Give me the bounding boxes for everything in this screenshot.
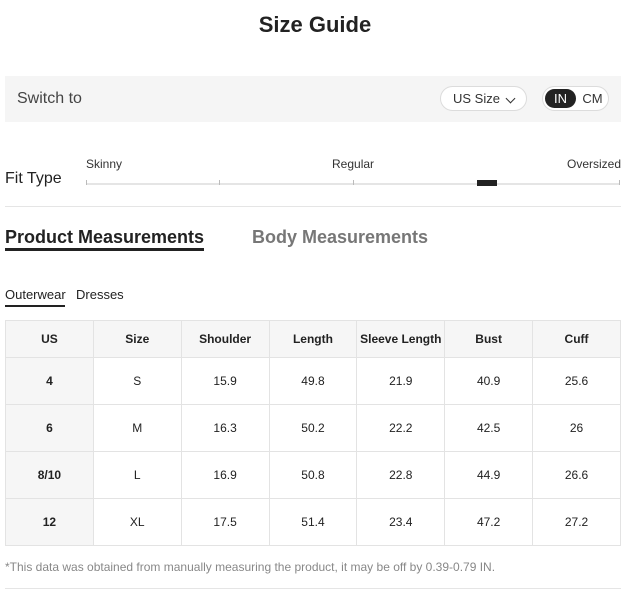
table-cell: 26.6 bbox=[532, 451, 621, 499]
fit-scale-skinny: Skinny bbox=[86, 157, 123, 171]
table-cell: 49.8 bbox=[268, 357, 358, 405]
table-row: 6 M 16.3 50.2 22.2 42.5 26 bbox=[5, 404, 621, 452]
fit-scale-tick bbox=[619, 180, 620, 185]
table-row: 8/10 L 16.9 50.8 22.8 44.9 26.6 bbox=[5, 451, 621, 499]
subtab-outerwear[interactable]: Outerwear bbox=[5, 287, 66, 302]
fit-scale-tick bbox=[353, 180, 354, 185]
measurement-note: *This data was obtained from manually me… bbox=[5, 560, 496, 574]
table-cell: 50.2 bbox=[268, 404, 358, 452]
table-cell: L bbox=[92, 451, 182, 499]
table-cell: 22.8 bbox=[356, 451, 446, 499]
table-cell: 21.9 bbox=[356, 357, 446, 405]
page-title: Size Guide bbox=[258, 12, 372, 37]
size-table: US Size Shoulder Length Sleeve Length Bu… bbox=[5, 320, 621, 546]
table-cell: 40.9 bbox=[444, 357, 534, 405]
column-header: Cuff bbox=[532, 320, 621, 358]
table-cell: 42.5 bbox=[444, 404, 534, 452]
unit-cm-button[interactable]: CM bbox=[579, 89, 606, 108]
table-cell: 47.2 bbox=[444, 498, 534, 546]
tab-product-measurements[interactable]: Product Measurements bbox=[5, 227, 204, 248]
subtab-active-underline bbox=[5, 305, 65, 307]
fit-scale-oversized: Oversized bbox=[567, 157, 622, 171]
fit-type-label: Fit Type bbox=[5, 170, 62, 187]
column-header: Length bbox=[268, 320, 358, 358]
divider bbox=[5, 588, 621, 589]
fit-scale-regular: Regular bbox=[332, 157, 375, 171]
subtab-dresses[interactable]: Dresses bbox=[76, 287, 124, 302]
unit-in-button[interactable]: IN bbox=[545, 89, 576, 108]
tab-body-measurements[interactable]: Body Measurements bbox=[252, 227, 428, 248]
table-cell: S bbox=[92, 357, 182, 405]
unit-switch-bar: Switch to US Size IN CM bbox=[5, 76, 621, 122]
table-cell: 4 bbox=[5, 357, 94, 405]
table-cell: 17.5 bbox=[180, 498, 270, 546]
unit-toggle: IN CM bbox=[542, 86, 609, 111]
table-header-row: US Size Shoulder Length Sleeve Length Bu… bbox=[5, 320, 621, 358]
divider bbox=[5, 206, 621, 207]
table-cell: 6 bbox=[5, 404, 94, 452]
table-cell: M bbox=[92, 404, 182, 452]
table-cell: 27.2 bbox=[532, 498, 621, 546]
table-cell: 22.2 bbox=[356, 404, 446, 452]
size-system-select[interactable]: US Size bbox=[440, 86, 527, 111]
table-cell: 16.3 bbox=[180, 404, 270, 452]
table-cell: 44.9 bbox=[444, 451, 534, 499]
column-header: Sleeve Length bbox=[356, 320, 446, 358]
tab-active-underline bbox=[5, 248, 204, 251]
column-header: US bbox=[5, 320, 94, 358]
table-row: 4 S 15.9 49.8 21.9 40.9 25.6 bbox=[5, 357, 621, 405]
table-cell: 26 bbox=[532, 404, 621, 452]
table-cell: 23.4 bbox=[356, 498, 446, 546]
table-cell: 25.6 bbox=[532, 357, 621, 405]
table-cell: 8/10 bbox=[5, 451, 94, 499]
column-header: Bust bbox=[444, 320, 534, 358]
fit-scale-tick bbox=[219, 180, 220, 185]
table-cell: 15.9 bbox=[180, 357, 270, 405]
table-cell: 16.9 bbox=[180, 451, 270, 499]
size-system-value: US Size bbox=[453, 91, 500, 106]
fit-scale-tick bbox=[86, 180, 87, 185]
column-header: Size bbox=[92, 320, 182, 358]
table-cell: 50.8 bbox=[268, 451, 358, 499]
column-header: Shoulder bbox=[180, 320, 270, 358]
table-row: 12 XL 17.5 51.4 23.4 47.2 27.2 bbox=[5, 498, 621, 546]
fit-scale-marker bbox=[477, 180, 497, 186]
switch-label: Switch to bbox=[17, 90, 82, 107]
table-cell: 51.4 bbox=[268, 498, 358, 546]
chevron-down-icon bbox=[505, 93, 516, 104]
table-cell: XL bbox=[92, 498, 182, 546]
table-cell: 12 bbox=[5, 498, 94, 546]
